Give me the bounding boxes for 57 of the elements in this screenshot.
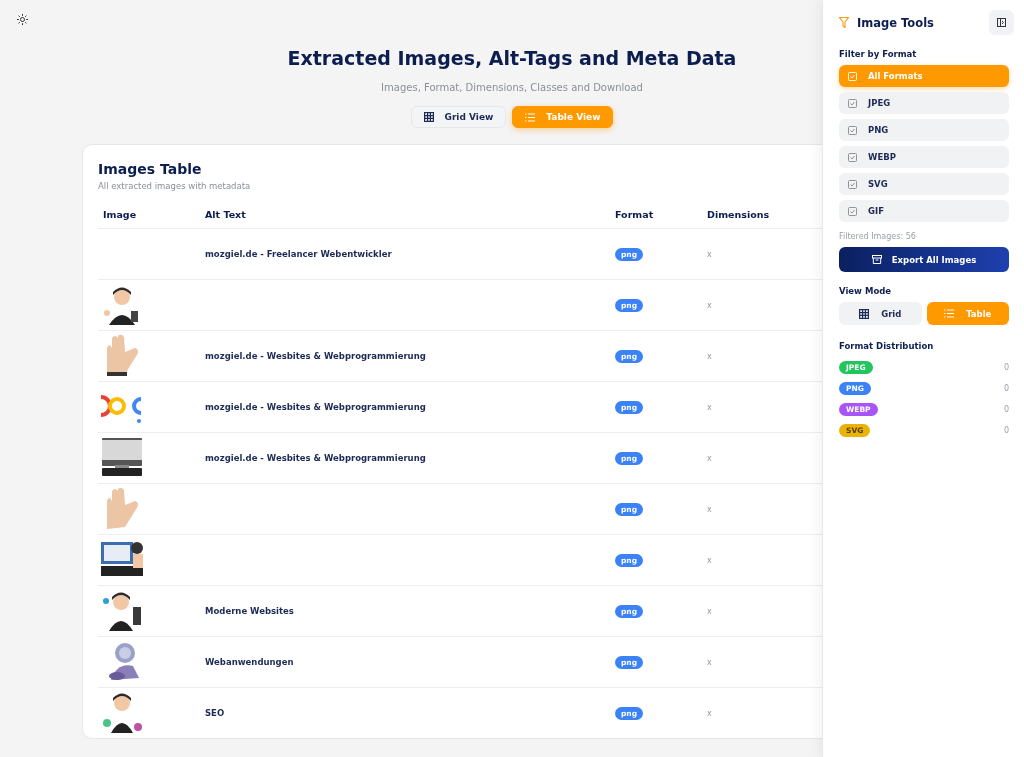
dimensions-text: x <box>707 556 712 565</box>
alt-text: mozgiel.de - Freelancer Webentwickler <box>205 249 392 259</box>
export-button[interactable]: Export All Images <box>839 247 1009 272</box>
list-icon <box>525 112 536 122</box>
alt-text: mozgiel.de - Wesbites & Webprogrammierung <box>205 402 426 412</box>
format-filter-button[interactable]: PNG <box>839 119 1009 141</box>
dimensions-text: x <box>707 454 712 463</box>
section-heading: View Mode <box>839 286 893 296</box>
dimensions-text: x <box>707 250 712 259</box>
format-count: 0 <box>1003 384 1009 393</box>
format-count: 0 <box>1003 405 1009 414</box>
panel-title: Image Tools <box>857 15 934 30</box>
alt-text: mozgiel.de - Wesbites & Webprogrammierung <box>205 351 426 361</box>
dimensions-text: x <box>707 352 712 361</box>
checkbox-icon <box>848 206 857 216</box>
page-title: Extracted Images, Alt-Tags and Meta Data <box>287 47 737 69</box>
view-toggle-button[interactable]: Grid View <box>410 106 507 128</box>
sun-icon[interactable] <box>17 14 28 25</box>
dimensions-text: x <box>707 403 712 412</box>
grid-icon <box>423 112 434 122</box>
grid-icon <box>859 308 870 319</box>
dimensions-text: x <box>707 607 712 616</box>
format-filter-button[interactable]: WEBP <box>839 146 1009 168</box>
checkbox-icon <box>848 71 857 81</box>
checkbox-icon <box>848 152 857 162</box>
checkbox-icon <box>848 98 857 108</box>
dimensions-text: x <box>707 505 712 514</box>
format-filter-button[interactable]: SVG <box>839 173 1009 195</box>
filter-icon <box>839 17 849 28</box>
panel-toggle-button[interactable] <box>989 10 1014 35</box>
alt-text: Moderne Websites <box>205 606 294 616</box>
filtered-count: Filtered Images: 56 <box>839 232 917 241</box>
archive-icon <box>871 255 882 264</box>
column-header: Image <box>103 208 137 220</box>
view-mode-button[interactable]: Grid <box>839 302 922 325</box>
column-header: Format <box>615 208 654 220</box>
column-header: Dimensions <box>707 208 770 220</box>
section-heading: Format Distribution <box>839 341 935 351</box>
alt-text: mozgiel.de - Wesbites & Webprogrammierung <box>205 453 426 463</box>
sidebar-icon <box>997 18 1006 27</box>
checkbox-icon <box>848 125 857 135</box>
checkbox-icon <box>848 179 857 189</box>
format-count: 0 <box>1003 363 1009 372</box>
dimensions-text: x <box>707 658 712 667</box>
alt-text: Webanwendungen <box>205 657 294 667</box>
column-header: Alt Text <box>205 208 246 220</box>
card-subtitle: All extracted images with metadata <box>98 181 251 191</box>
dimensions-text: x <box>707 709 712 718</box>
alt-text: SEO <box>205 708 225 718</box>
page-subtitle: Images, Format, Dimensions, Classes and Download <box>381 82 643 93</box>
card-title: Images Table <box>98 161 202 177</box>
format-count: 0 <box>1003 426 1009 435</box>
list-icon <box>944 309 955 318</box>
section-heading: Filter by Format <box>839 49 918 59</box>
dimensions-text: x <box>707 301 712 310</box>
format-filter-button[interactable]: GIF <box>839 200 1009 222</box>
format-filter-button[interactable]: JPEG <box>839 92 1009 114</box>
